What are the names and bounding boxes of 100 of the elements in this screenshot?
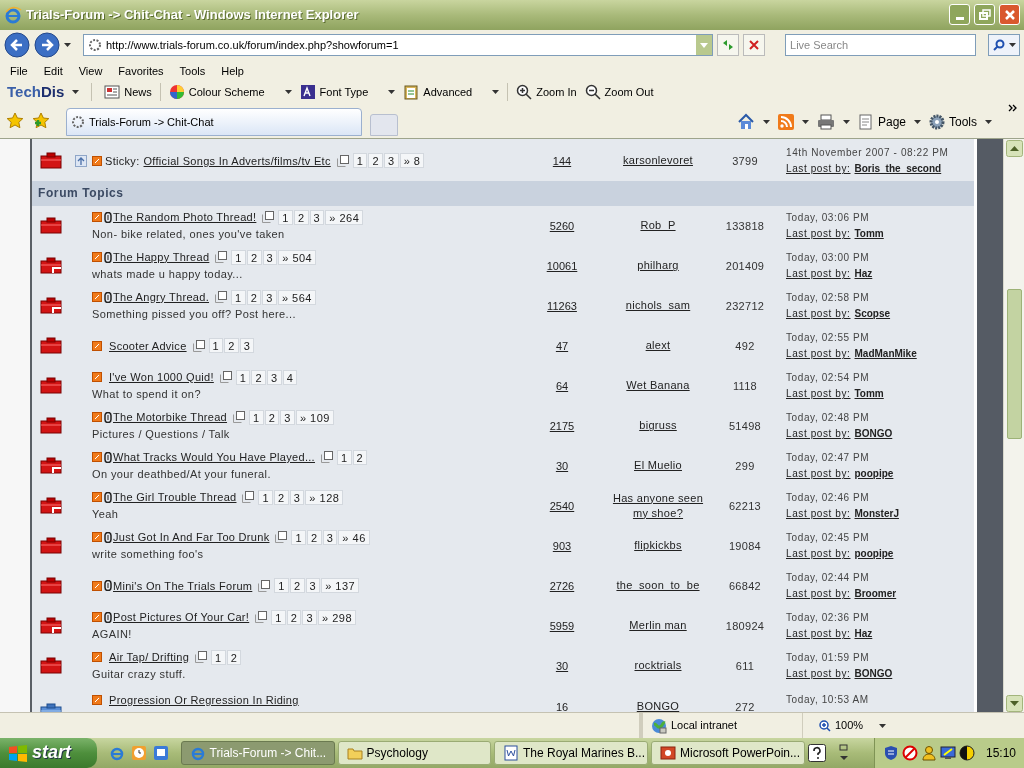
page-link[interactable]: 1 — [291, 529, 307, 545]
caret-icon[interactable] — [284, 89, 292, 94]
page-link[interactable]: 3 — [322, 529, 338, 545]
page-link[interactable]: 1 — [231, 249, 246, 265]
caret-icon[interactable] — [72, 89, 80, 94]
topic-link[interactable]: Post Pictures Of Your Car! — [113, 608, 250, 626]
toolbar-button[interactable]: Zoom In — [516, 83, 577, 101]
page-link[interactable]: » 137 — [321, 578, 360, 594]
starter-link[interactable]: karsonlevoret — [623, 153, 693, 169]
last-post-link[interactable]: Last post by: — [786, 266, 851, 282]
caret-icon[interactable] — [64, 42, 71, 47]
page-link[interactable]: 2 — [307, 529, 322, 545]
last-poster-link[interactable]: Broomer — [854, 586, 897, 602]
menu-item[interactable]: View — [78, 62, 103, 80]
starter-link[interactable]: El Muelio — [634, 458, 682, 474]
topic-link[interactable]: I've Won 1000 Quid! — [109, 368, 214, 386]
chevron-icon[interactable] — [1008, 103, 1018, 112]
toolbar-button[interactable]: Zoom Out — [584, 83, 654, 101]
search-button[interactable] — [988, 33, 1020, 56]
page-link[interactable]: 3 — [239, 338, 255, 354]
page-link[interactable]: 2 — [286, 609, 302, 625]
topic-link[interactable]: Official Songs In Adverts/films/tv Etc — [143, 152, 331, 170]
menu-item[interactable]: Help — [221, 62, 244, 80]
page-link[interactable]: 3 — [267, 369, 282, 385]
page-link[interactable]: 1 — [231, 289, 246, 305]
add-favorite-icon[interactable] — [32, 111, 50, 130]
last-post-link[interactable]: Last post by: — [786, 346, 851, 362]
topic-link[interactable]: Air Tap/ Drifting — [109, 648, 190, 666]
page-link[interactable]: 2 — [246, 249, 262, 265]
replies-link[interactable]: 2540 — [549, 497, 575, 515]
page-link[interactable]: 3 — [289, 489, 305, 505]
last-poster-link[interactable]: Haz — [854, 266, 873, 282]
last-poster-link[interactable]: Boris_the_second — [854, 161, 942, 177]
starter-link[interactable]: Wet Banana — [626, 378, 690, 394]
forward-icon[interactable] — [34, 31, 60, 58]
page-link[interactable]: 2 — [226, 649, 242, 665]
last-post-link[interactable]: Last post by: — [786, 586, 851, 602]
topic-link[interactable]: The Motorbike Thread — [113, 408, 228, 426]
caret-icon[interactable] — [985, 119, 992, 124]
page-link[interactable]: » 46 — [338, 529, 370, 545]
page-link[interactable]: » 564 — [277, 289, 316, 305]
stop-icon[interactable] — [743, 33, 765, 56]
page-link[interactable]: 3 — [302, 609, 318, 625]
start-button[interactable]: start — [0, 738, 97, 768]
page-link[interactable]: 1 — [337, 449, 352, 465]
starter-link[interactable]: nichols_sam — [625, 298, 691, 314]
taskbar-button[interactable]: Psychology — [337, 741, 491, 765]
replies-link[interactable]: 903 — [552, 537, 572, 555]
replies-link[interactable]: 16 — [555, 698, 569, 712]
minimize-button[interactable] — [949, 4, 970, 26]
page-link[interactable]: 2 — [264, 409, 280, 425]
caret-icon[interactable] — [762, 119, 770, 124]
last-post-link[interactable]: Last post by: — [786, 306, 851, 322]
replies-link[interactable]: 11263 — [547, 297, 577, 315]
menu-item[interactable]: Favorites — [118, 62, 164, 80]
menu-item[interactable]: Edit — [43, 62, 63, 80]
topic-link[interactable]: The Girl Trouble Thread — [113, 488, 237, 506]
feed-icon[interactable] — [777, 113, 794, 130]
page-link[interactable]: 1 — [274, 578, 289, 594]
page-link[interactable]: » 128 — [305, 489, 344, 505]
page-link[interactable]: 1 — [211, 649, 226, 665]
caret-icon[interactable] — [879, 723, 887, 728]
page-link[interactable]: 2 — [289, 578, 305, 594]
page-link[interactable]: 2 — [224, 338, 239, 354]
printer-icon[interactable] — [816, 113, 835, 130]
topic-link[interactable]: The Happy Thread — [113, 248, 210, 266]
replies-link[interactable]: 30 — [555, 657, 569, 675]
page-link[interactable]: » 109 — [295, 409, 334, 425]
last-poster-link[interactable]: Tomm — [854, 226, 884, 242]
starter-link[interactable]: Has anyone seen my shoe? — [610, 490, 706, 521]
techdis-logo[interactable]: TechDis — [7, 80, 65, 104]
last-poster-link[interactable]: Haz — [854, 626, 873, 642]
page-link[interactable]: 3 — [309, 209, 325, 225]
replies-link[interactable]: 5260 — [549, 217, 575, 235]
starter-link[interactable]: flipkickbs — [634, 538, 682, 554]
dropdown-icon[interactable] — [696, 34, 712, 55]
taskbar-button[interactable]: Microsoft PowerPoin... — [650, 741, 805, 765]
page-link[interactable]: 1 — [271, 609, 286, 625]
search-field[interactable]: Live Search — [785, 33, 977, 56]
close-button[interactable] — [999, 4, 1020, 26]
page-link[interactable]: 2 — [294, 209, 309, 225]
page-link[interactable]: 1 — [278, 209, 293, 225]
last-poster-link[interactable]: poopipe — [854, 466, 894, 482]
page-link[interactable]: 1 — [352, 153, 368, 169]
topic-link[interactable]: Just Got In And Far Too Drunk — [113, 528, 270, 546]
last-post-link[interactable]: Last post by: — [786, 426, 851, 442]
starter-link[interactable]: Merlin man — [629, 618, 687, 634]
caret-icon[interactable] — [801, 119, 809, 124]
clock-icon[interactable] — [130, 745, 147, 761]
blocked-icon[interactable] — [901, 745, 918, 761]
last-poster-link[interactable]: Tomm — [854, 386, 884, 402]
starter-link[interactable]: rocktrials — [634, 658, 682, 674]
last-post-link[interactable]: Last post by: — [786, 546, 851, 562]
taskbar-button[interactable]: The Royal Marines B... — [493, 741, 648, 765]
starter-link[interactable]: BONGO — [636, 698, 680, 712]
starter-link[interactable]: Rob_P — [640, 218, 676, 234]
page-link[interactable]: 3 — [262, 289, 277, 305]
shield-icon[interactable] — [882, 745, 899, 761]
starter-link[interactable]: alext — [645, 338, 671, 354]
scrollbar[interactable] — [1003, 138, 1024, 712]
